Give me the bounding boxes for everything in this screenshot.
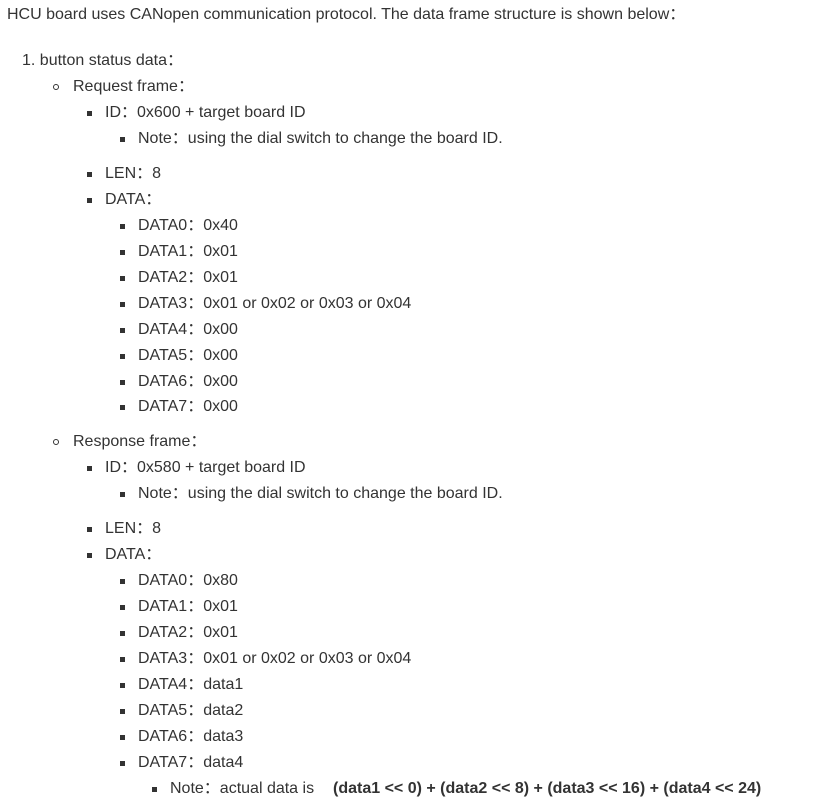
response-data-row: DATA3：0x01 or 0x02 or 0x03 or 0x04: [120, 649, 412, 669]
request-data-row: DATA7：0x00: [120, 397, 238, 417]
square-bullet-icon: [120, 354, 125, 359]
square-bullet-icon: [120, 492, 125, 497]
request-id-note-item: Note：using the dial switch to change the…: [120, 129, 503, 149]
response-data-text: DATA7：data4: [138, 754, 244, 771]
circle-bullet-icon: [53, 84, 59, 90]
request-data-row: DATA2：0x01: [120, 268, 238, 288]
response-data-row: DATA7：data4: [120, 753, 244, 773]
response-data-label: DATA：: [105, 546, 162, 563]
request-id-item: ID：0x600 + target board ID: [87, 103, 306, 123]
response-data-row: DATA1：0x01: [120, 597, 238, 617]
response-data-text: DATA5：data2: [138, 702, 244, 719]
square-bullet-icon: [120, 302, 125, 307]
square-bullet-icon: [120, 137, 125, 142]
request-id-text: ID：0x600 + target board ID: [105, 104, 306, 121]
response-data-text: DATA0：0x80: [138, 572, 238, 589]
response-data-note-prefix: Note：actual data is: [170, 780, 315, 797]
square-bullet-icon: [87, 553, 92, 558]
section-title: button status data：: [39, 52, 184, 69]
square-bullet-icon: [120, 657, 125, 662]
square-bullet-icon: [120, 631, 125, 636]
request-len-item: LEN：8: [87, 164, 162, 184]
response-data-row: DATA2：0x01: [120, 623, 238, 643]
request-data-row: DATA6：0x00: [120, 372, 238, 392]
response-data-row: DATA4：data1: [120, 675, 244, 695]
square-bullet-icon: [120, 224, 125, 229]
square-bullet-icon: [87, 172, 92, 177]
square-bullet-icon: [120, 380, 125, 385]
request-data-text: DATA4：0x00: [138, 321, 238, 338]
response-len-item: LEN：8: [87, 519, 162, 539]
request-data-text: DATA7：0x00: [138, 398, 238, 415]
square-bullet-icon: [120, 761, 125, 766]
section-heading: 1. button status data：: [22, 51, 183, 71]
request-data-text: DATA1：0x01: [138, 243, 238, 260]
intro-text: HCU board uses CANopen communication pro…: [7, 6, 686, 23]
response-data-text: DATA3：0x01 or 0x02 or 0x03 or 0x04: [138, 650, 412, 667]
request-data-text: DATA3：0x01 or 0x02 or 0x03 or 0x04: [138, 295, 412, 312]
response-id-item: ID：0x580 + target board ID: [87, 458, 306, 478]
square-bullet-icon: [120, 250, 125, 255]
response-id-note-item: Note：using the dial switch to change the…: [120, 484, 503, 504]
response-data-text: DATA4：data1: [138, 676, 244, 693]
response-data-note-formula: (data1 << 0) + (data2 << 8) + (data3 << …: [333, 780, 762, 797]
request-data-text: DATA0：0x40: [138, 217, 238, 234]
response-data-row: DATA6：data3: [120, 727, 244, 747]
request-data-text: DATA5：0x00: [138, 347, 238, 364]
square-bullet-icon: [120, 735, 125, 740]
square-bullet-icon: [120, 709, 125, 714]
square-bullet-icon: [87, 466, 92, 471]
square-bullet-icon: [87, 198, 92, 203]
response-id-note-text: Note：using the dial switch to change the…: [138, 485, 503, 502]
request-frame-item: Request frame：: [53, 77, 194, 97]
response-data-row: DATA0：0x80: [120, 571, 238, 591]
request-frame-label: Request frame：: [73, 78, 194, 95]
response-data-text: DATA2：0x01: [138, 624, 238, 641]
square-bullet-icon: [120, 605, 125, 610]
request-data-item: DATA：: [87, 190, 162, 210]
square-bullet-icon: [120, 579, 125, 584]
request-data-row: DATA5：0x00: [120, 346, 238, 366]
request-data-row: DATA1：0x01: [120, 242, 238, 262]
response-data-text: DATA1：0x01: [138, 598, 238, 615]
request-data-text: DATA6：0x00: [138, 373, 238, 390]
request-data-label: DATA：: [105, 191, 162, 208]
request-data-row: DATA0：0x40: [120, 216, 238, 236]
response-id-text: ID：0x580 + target board ID: [105, 459, 306, 476]
square-bullet-icon: [87, 527, 92, 532]
request-data-row: DATA3：0x01 or 0x02 or 0x03 or 0x04: [120, 294, 412, 314]
response-data-note-item: Note：actual data is (data1 << 0) + (data…: [152, 779, 762, 799]
response-data-item: DATA：: [87, 545, 162, 565]
request-data-row: DATA4：0x00: [120, 320, 238, 340]
square-bullet-icon: [120, 328, 125, 333]
square-bullet-icon: [87, 111, 92, 116]
response-frame-label: Response frame：: [73, 433, 207, 450]
response-frame-item: Response frame：: [53, 432, 207, 452]
square-bullet-icon: [120, 405, 125, 410]
request-id-note-text: Note：using the dial switch to change the…: [138, 130, 503, 147]
square-bullet-icon: [152, 787, 157, 792]
response-data-row: DATA5：data2: [120, 701, 244, 721]
response-data-text: DATA6：data3: [138, 728, 244, 745]
response-len-text: LEN：8: [105, 520, 162, 537]
square-bullet-icon: [120, 683, 125, 688]
circle-bullet-icon: [53, 439, 59, 445]
request-data-text: DATA2：0x01: [138, 269, 238, 286]
request-len-text: LEN：8: [105, 165, 162, 182]
section-number: 1.: [22, 52, 36, 69]
square-bullet-icon: [120, 276, 125, 281]
